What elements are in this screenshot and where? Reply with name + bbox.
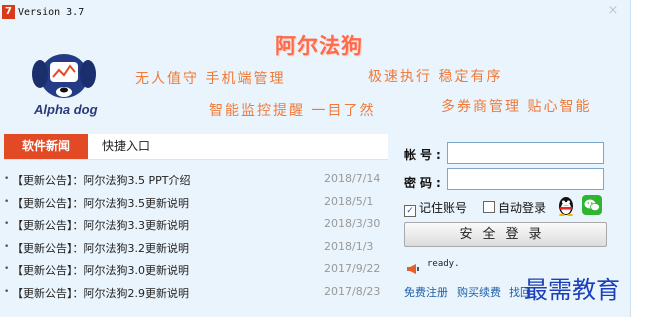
tab-software-news[interactable]: 软件新闻 — [4, 134, 88, 159]
news-item-title[interactable]: 【更新公告】：阿尔法狗3.5更新说明 — [12, 195, 189, 211]
title-bar: 7 Version 3.7 × — [0, 0, 630, 26]
window-title: Version 3.7 — [18, 7, 85, 18]
bullet-icon: • — [4, 286, 10, 297]
news-item-date: 2018/7/14 — [324, 172, 381, 185]
watermark-text: 最需教育 — [524, 276, 620, 304]
news-item[interactable]: • 【更新公告】：阿尔法狗3.5更新说明 2018/5/1 — [4, 191, 388, 214]
logo-text: Alpha dog — [34, 102, 98, 117]
remember-account-label: 记住账号 — [419, 201, 468, 215]
megaphone-icon — [406, 259, 420, 274]
bullet-icon: • — [4, 174, 10, 184]
news-item-date: 2017/8/23 — [324, 284, 381, 298]
close-icon[interactable]: × — [604, 3, 622, 19]
checkbox-checked-icon[interactable]: ✓ — [404, 205, 416, 217]
secure-login-button[interactable]: 安全登录 — [404, 222, 607, 247]
news-item-date: 2017/9/22 — [324, 262, 381, 276]
qq-penguin-icon[interactable] — [557, 196, 575, 217]
news-item[interactable]: • 【更新公告】：阿尔法狗2.9更新说明 2017/8/23 — [4, 281, 388, 304]
news-item-title[interactable]: 【更新公告】：阿尔法狗3.2更新说明 — [12, 240, 189, 256]
news-item-title[interactable]: 【更新公告】：阿尔法狗2.9更新说明 — [12, 285, 189, 301]
news-item[interactable]: • 【更新公告】：阿尔法狗3.2更新说明 2018/1/3 — [4, 236, 388, 259]
news-list: • 【更新公告】：阿尔法狗3.5 PPT介绍 2018/7/14 • 【更新公告… — [4, 168, 388, 304]
account-input[interactable] — [447, 142, 604, 164]
brand-title: 阿尔法狗 — [275, 33, 363, 58]
auto-login-label: 自动登录 — [498, 201, 547, 215]
news-item[interactable]: • 【更新公告】：阿尔法狗3.3更新说明 2018/3/30 — [4, 213, 388, 236]
status-text: ready. — [427, 259, 460, 269]
slogan-1: 无人值守 手机端管理 — [135, 71, 286, 87]
account-label: 帐号: — [404, 148, 445, 162]
bullet-icon: • — [4, 219, 10, 230]
news-item-title[interactable]: 【更新公告】：阿尔法狗3.5 PPT介绍 — [12, 172, 190, 188]
app-icon: 7 — [2, 5, 15, 19]
news-item-date: 2018/1/3 — [324, 239, 374, 253]
password-input[interactable] — [447, 168, 604, 190]
remember-account-checkbox[interactable]: ✓ 记住账号 — [404, 199, 467, 217]
news-item[interactable]: • 【更新公告】：阿尔法狗3.0更新说明 2017/9/22 — [4, 258, 388, 281]
purchase-renew-link[interactable]: 购买续费 — [457, 284, 501, 300]
news-item[interactable]: • 【更新公告】：阿尔法狗3.5 PPT介绍 2018/7/14 — [4, 168, 388, 191]
wechat-icon[interactable] — [582, 195, 602, 215]
bullet-icon: • — [4, 241, 10, 252]
slogan-2: 极速执行 稳定有序 — [368, 69, 503, 85]
news-item-title[interactable]: 【更新公告】：阿尔法狗3.0更新说明 — [12, 262, 189, 278]
bullet-icon: • — [4, 264, 10, 275]
free-register-link[interactable]: 免费注册 — [404, 284, 448, 300]
checkbox-unchecked-icon[interactable] — [483, 201, 495, 213]
news-item-title[interactable]: 【更新公告】：阿尔法狗3.3更新说明 — [12, 217, 189, 233]
news-item-date: 2018/5/1 — [324, 194, 374, 208]
news-item-date: 2018/3/30 — [324, 217, 381, 231]
slogan-3: 智能监控提醒 一目了然 — [209, 103, 376, 119]
bullet-icon: • — [4, 196, 10, 207]
tab-quick-entry[interactable]: 快捷入口 — [102, 134, 150, 159]
auto-login-checkbox[interactable]: 自动登录 — [483, 199, 546, 216]
news-tabs: 软件新闻 快捷入口 — [4, 134, 388, 160]
slogan-4: 多券商管理 贴心智能 — [441, 99, 592, 115]
password-label: 密码: — [404, 176, 445, 190]
